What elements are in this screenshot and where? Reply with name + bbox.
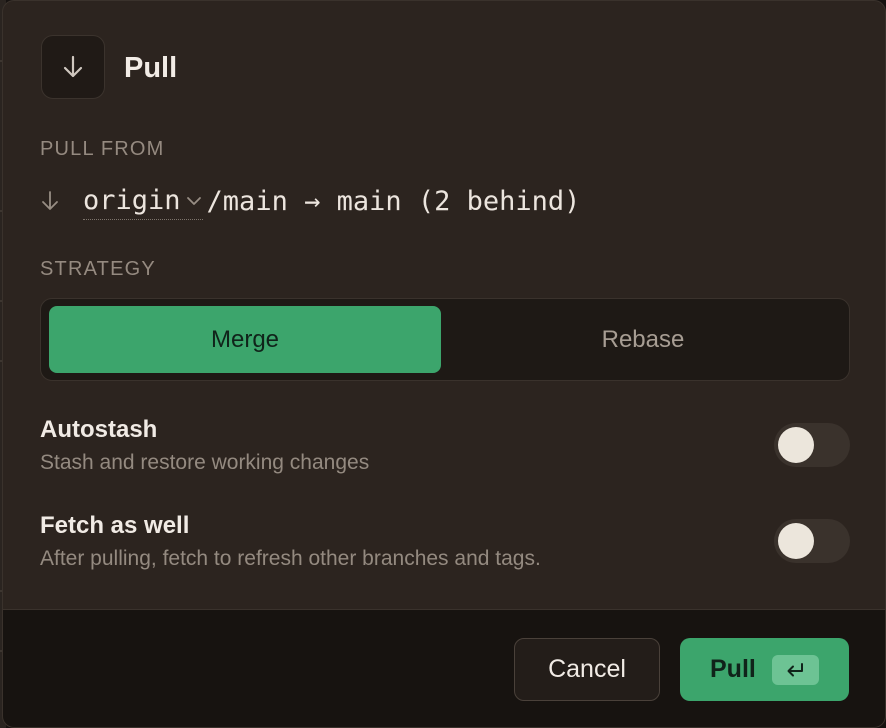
dialog-title: Pull	[124, 52, 178, 84]
pull-from-label: PULL FROM	[40, 138, 165, 160]
arrow-down-icon	[63, 55, 83, 78]
toggle-knob	[778, 523, 814, 559]
pull-button[interactable]: Pull	[680, 638, 849, 701]
pull-dialog: Pull PULL FROM origin /main → main (2 be…	[2, 0, 886, 728]
strategy-rebase-option[interactable]: Rebase	[447, 306, 839, 373]
strategy-segmented-control: Merge Rebase	[40, 298, 850, 381]
branch-mapping-text: /main → main (2 behind)	[206, 185, 581, 217]
dialog-footer: Cancel Pull	[3, 609, 885, 727]
autostash-toggle[interactable]	[774, 423, 850, 467]
pull-ref-row: origin /main → main (2 behind)	[39, 181, 580, 221]
arrow-down-small-icon	[39, 181, 69, 221]
autostash-description: Stash and restore working changes	[40, 451, 370, 474]
remote-name: origin	[83, 184, 181, 216]
strategy-merge-option[interactable]: Merge	[49, 306, 441, 373]
pull-button-label: Pull	[710, 655, 756, 683]
toggle-knob	[778, 427, 814, 463]
fetch-description: After pulling, fetch to refresh other br…	[40, 547, 541, 570]
return-key-icon	[771, 654, 819, 685]
chevron-down-icon	[185, 194, 203, 208]
cancel-button[interactable]: Cancel	[514, 638, 660, 701]
fetch-toggle[interactable]	[774, 519, 850, 563]
strategy-label: STRATEGY	[40, 258, 156, 280]
fetch-title: Fetch as well	[40, 512, 190, 539]
autostash-title: Autostash	[40, 416, 158, 443]
dialog-icon-box	[41, 35, 105, 99]
remote-select[interactable]: origin	[83, 183, 203, 220]
